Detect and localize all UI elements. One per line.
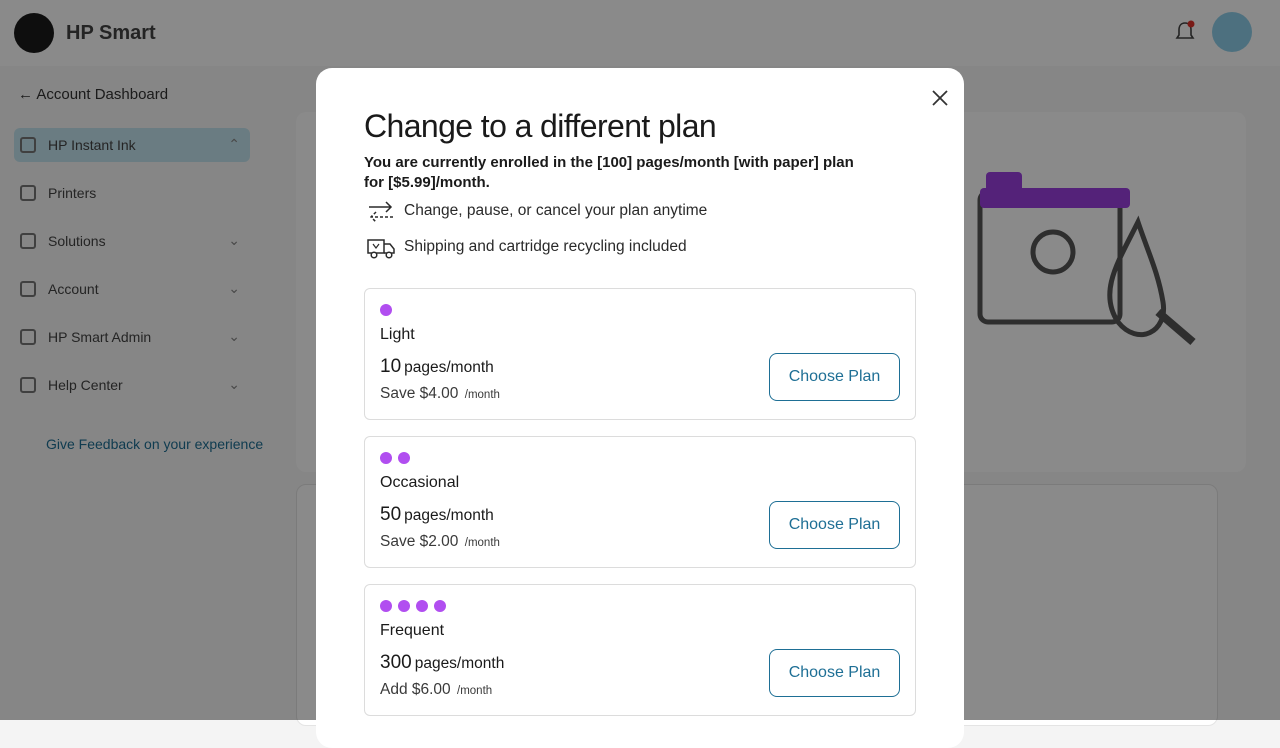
plan-level-dots: [380, 304, 398, 316]
plan-card-frequent: Frequent 300 pages/month Add $6.00 /month…: [364, 584, 916, 716]
plan-level-dots: [380, 452, 416, 464]
plan-pages-unit: pages/month: [404, 359, 494, 376]
plan-pages: 10 pages/month: [380, 356, 494, 378]
plan-price-change: Save $4.00 /month: [380, 385, 500, 403]
plan-price-text: Save $2.00: [380, 533, 459, 550]
plan-name: Frequent: [380, 622, 445, 639]
modal-title: Change to a different plan: [364, 108, 717, 144]
plan-level-dots: [380, 600, 452, 612]
change-plan-icon: [369, 201, 393, 223]
plan-name: Occasional: [380, 474, 460, 491]
plan-dot: [434, 600, 446, 612]
plan-name: Light: [380, 326, 415, 343]
plan-price-change: Add $6.00 /month: [380, 681, 492, 699]
plan-pages: 50 pages/month: [380, 504, 494, 526]
shipping-truck-icon: [367, 239, 395, 259]
plan-price-per: /month: [457, 685, 493, 697]
feature-text: Shipping and cartridge recycling include…: [404, 238, 687, 255]
choose-plan-frequent-button[interactable]: Choose Plan: [769, 649, 900, 697]
plan-dot: [416, 600, 428, 612]
plan-price-text: Save $4.00: [380, 385, 459, 402]
plan-dot: [398, 600, 410, 612]
plan-dot: [398, 452, 410, 464]
change-plan-modal: Change to a different plan You are curre…: [316, 68, 964, 748]
current-plan-summary: You are currently enrolled in the [100] …: [364, 154, 854, 191]
feature-text: Change, pause, or cancel your plan anyti…: [404, 202, 708, 219]
plan-pages-count: 50: [380, 504, 402, 525]
choose-plan-occasional-button[interactable]: Choose Plan: [769, 501, 900, 549]
plan-card-light: Light 10 pages/month Save $4.00 /month Ch…: [364, 288, 916, 420]
plan-price-change: Save $2.00 /month: [380, 533, 500, 551]
plan-pages-count: 300: [380, 652, 412, 673]
close-icon[interactable]: [926, 84, 954, 112]
plan-pages-count: 10: [380, 356, 402, 377]
choose-plan-light-button[interactable]: Choose Plan: [769, 353, 900, 401]
plan-price-text: Add $6.00: [380, 681, 451, 698]
plan-dot: [380, 452, 392, 464]
plan-dot: [380, 304, 392, 316]
plan-card-occasional: Occasional 50 pages/month Save $2.00 /mon…: [364, 436, 916, 568]
plan-pages-unit: pages/month: [404, 507, 494, 524]
plan-pages-unit: pages/month: [414, 655, 505, 672]
plan-pages: 300 pages/month: [380, 652, 504, 674]
plan-price-per: /month: [464, 389, 500, 401]
plan-dot: [380, 600, 392, 612]
plan-price-per: /month: [464, 537, 500, 549]
